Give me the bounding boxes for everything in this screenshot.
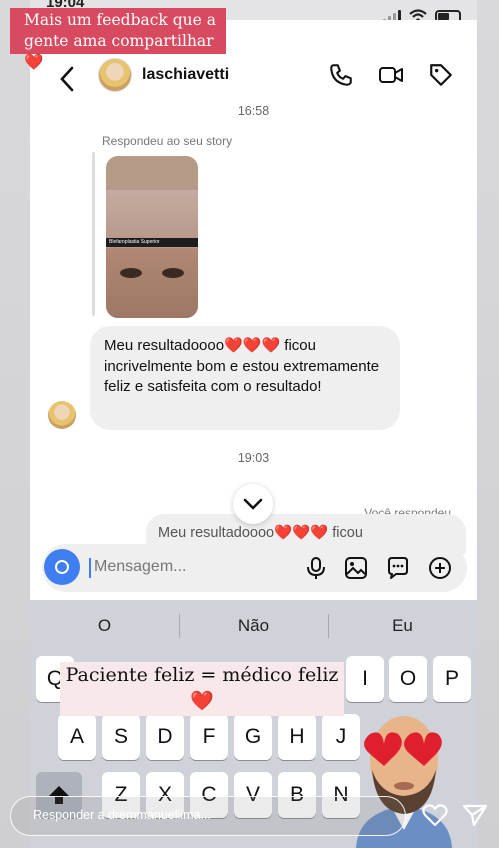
message-text-1: Meu resultadoooo (104, 337, 225, 354)
story-photo-bottom (106, 248, 198, 318)
reply-indicator-bar (92, 152, 95, 316)
overlay-line: Paciente feliz = médico feliz (65, 664, 339, 686)
reply-placeholder: Responder a dremmanuellima... (33, 808, 211, 822)
message-thread[interactable]: 16:58 Respondeu ao seu story Blefaroplas… (30, 104, 477, 554)
suggestion-3[interactable]: Eu (328, 600, 477, 652)
tag-icon[interactable] (428, 62, 454, 88)
story-band-label: Blefaroplastia Superior (106, 238, 198, 247)
story-reply-input[interactable]: Responder a dremmanuellima... (10, 796, 406, 836)
key-h[interactable]: H (278, 714, 316, 760)
back-chevron-icon[interactable] (60, 66, 74, 92)
eye-shape (120, 268, 142, 278)
story-caption-banner: Mais um feedback que a gente ama compart… (10, 8, 226, 71)
timestamp: 16:58 (237, 104, 270, 118)
heart-emoji: ❤️ (190, 690, 214, 712)
key-o[interactable]: O (389, 656, 427, 702)
camera-icon[interactable] (44, 549, 80, 585)
heart-emojis: ❤️❤️❤️ (224, 337, 281, 354)
plus-icon[interactable] (428, 556, 452, 580)
banner-line-2: gente ama compartilhar (24, 32, 214, 50)
chevron-down-icon (243, 498, 263, 510)
story-reply-label: Respondeu ao seu story (102, 134, 233, 148)
sender-avatar (48, 401, 76, 429)
heart-emoji: ❤️ (24, 53, 44, 71)
send-icon[interactable] (462, 802, 488, 828)
key-g[interactable]: G (234, 714, 272, 760)
timestamp: 19:03 (237, 451, 270, 465)
message-input[interactable]: Mensagem... (94, 558, 186, 576)
story-frame-right (477, 0, 499, 848)
contact-username[interactable]: laschiavetti (142, 66, 229, 84)
mic-icon[interactable] (304, 556, 328, 580)
story-thumbnail[interactable]: Blefaroplastia Superior (106, 156, 198, 318)
suggestion-1[interactable]: O (30, 600, 179, 652)
story-photo-top (106, 190, 198, 238)
story-overlay-caption: Paciente feliz = médico feliz ❤️ (60, 662, 344, 716)
key-i[interactable]: I (346, 656, 384, 702)
image-icon[interactable] (344, 556, 368, 580)
heart-icon[interactable] (422, 802, 448, 828)
message-bubble[interactable]: Meu resultadoooo❤️❤️❤️ ficou incrivelmen… (90, 326, 400, 430)
sticker-icon[interactable] (386, 556, 410, 580)
key-p[interactable]: P (433, 656, 471, 702)
banner-line-1: Mais um feedback que a (24, 11, 216, 29)
text-cursor (89, 558, 91, 578)
chat-header: laschiavetti (30, 54, 477, 104)
suggestion-2[interactable]: Não (179, 600, 328, 652)
key-s[interactable]: S (102, 714, 140, 760)
story-frame-left (0, 0, 30, 848)
phone-icon[interactable] (328, 62, 354, 88)
eye-shape (162, 268, 184, 278)
dm-screen: laschiavetti 16:58 Respondeu ao seu stor… (30, 20, 477, 600)
key-a[interactable]: A (58, 714, 96, 760)
message-composer: Mensagem... (42, 544, 467, 592)
key-d[interactable]: D (146, 714, 184, 760)
key-f[interactable]: F (190, 714, 228, 760)
scroll-down-button[interactable] (233, 484, 273, 524)
video-icon[interactable] (378, 62, 404, 88)
contact-avatar[interactable] (98, 58, 132, 92)
